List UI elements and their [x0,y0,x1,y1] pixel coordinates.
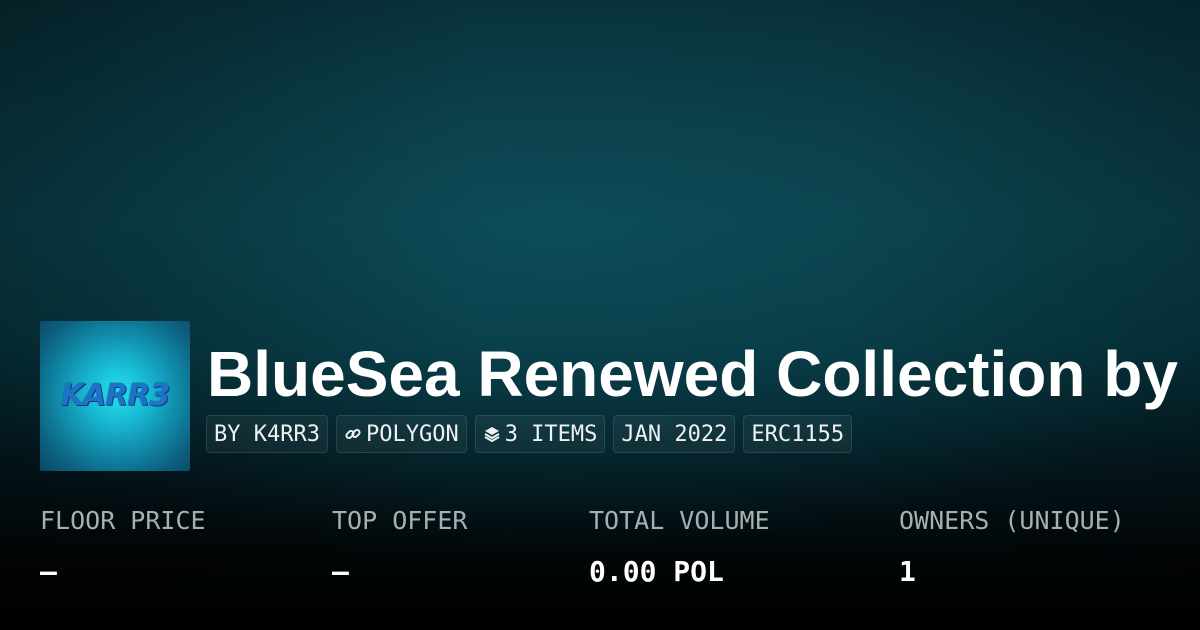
collection-title: BlueSea Renewed Collection by k4rr3 [207,338,1200,410]
date-chip: JAN 2022 [613,415,736,453]
stat-value: 0.00 POL [589,555,724,588]
date-chip-label: JAN 2022 [621,421,728,447]
stat-label: TOTAL VOLUME [589,506,770,535]
logo-wordmark: KARR3 [60,378,171,413]
stat-label: OWNERS (UNIQUE) [899,506,1125,535]
creator-chip-label: BY K4RR3 [214,421,320,447]
items-chip[interactable]: 3 ITEMS [474,415,606,453]
layers-icon [483,425,501,443]
standard-chip-label: ERC1155 [751,421,845,447]
stat-top-offer: TOP OFFER – [332,506,467,588]
stat-value: 1 [899,555,916,588]
chain-chip-label: POLYGON [365,421,459,447]
stat-value: – [40,555,57,588]
stat-label: FLOOR PRICE [40,506,206,535]
chain-chip[interactable]: POLYGON [335,415,467,453]
stat-floor-price: FLOOR PRICE – [40,506,206,588]
collection-logo: KARR3 [40,321,190,471]
collection-meta-chips: BY K4RR3 POLYGON 3 ITEMS JAN 2022 ERC115… [206,415,853,453]
creator-chip[interactable]: BY K4RR3 [206,415,328,453]
stat-label: TOP OFFER [332,506,468,535]
stat-owners: OWNERS (UNIQUE) 1 [899,506,1125,588]
standard-chip: ERC1155 [743,415,853,453]
items-chip-label: 3 ITEMS [504,421,598,447]
stat-value: – [332,555,349,588]
chain-link-icon [344,425,362,443]
stat-total-volume: TOTAL VOLUME 0.00 POL [589,506,770,588]
